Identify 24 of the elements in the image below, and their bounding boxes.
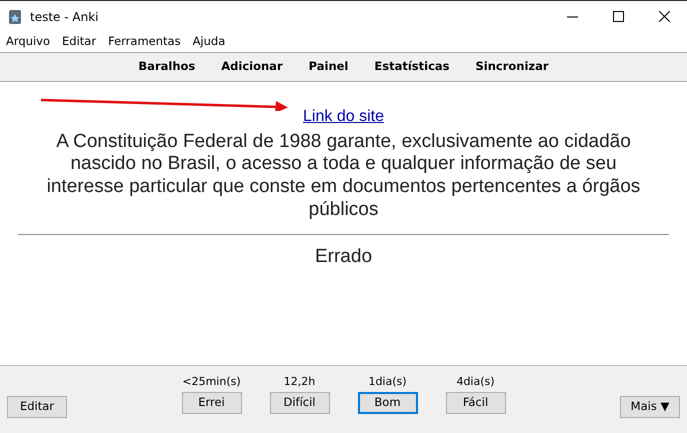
interval-label: 1dia(s) — [368, 374, 407, 390]
more-button[interactable]: Mais ▼ — [620, 396, 680, 418]
toolbar-link[interactable]: Sincronizar — [462, 58, 562, 76]
answer-button[interactable]: Errei — [182, 392, 242, 414]
answer-text: Errado — [314, 244, 374, 269]
window-title: teste - Anki — [30, 8, 98, 26]
site-link[interactable]: Link do site — [303, 108, 384, 125]
menu-item[interactable]: Arquivo — [0, 33, 56, 51]
menu-item[interactable]: Ferramentas — [102, 33, 187, 51]
question-text: A Constituição Federal de 1988 garante, exclusivamente ao cidadão nascido no Brasil, o acesso a toda e qualquer informação de seu interesse particular que conste em documentos pertencentes a órgãos públicos — [46, 130, 642, 222]
edit-button[interactable]: Editar — [7, 396, 67, 418]
answer-button[interactable]: Difícil — [270, 392, 330, 414]
answer-button[interactable]: Fácil — [446, 392, 506, 414]
toolbar-link[interactable]: Estatísticas — [361, 58, 462, 76]
menu-item[interactable]: Ajuda — [186, 33, 232, 51]
interval-label: 4dia(s) — [456, 374, 495, 390]
interval-label: <25min(s) — [182, 374, 241, 390]
interval-label: 12,2h — [284, 374, 316, 390]
toolbar-link[interactable]: Adicionar — [208, 58, 296, 76]
app-icon — [8, 8, 22, 24]
menu-item[interactable]: Editar — [56, 33, 102, 51]
answer-button[interactable]: Bom — [358, 392, 418, 414]
toolbar-link[interactable]: Baralhos — [125, 58, 208, 76]
toolbar-link[interactable]: Painel — [296, 58, 362, 76]
